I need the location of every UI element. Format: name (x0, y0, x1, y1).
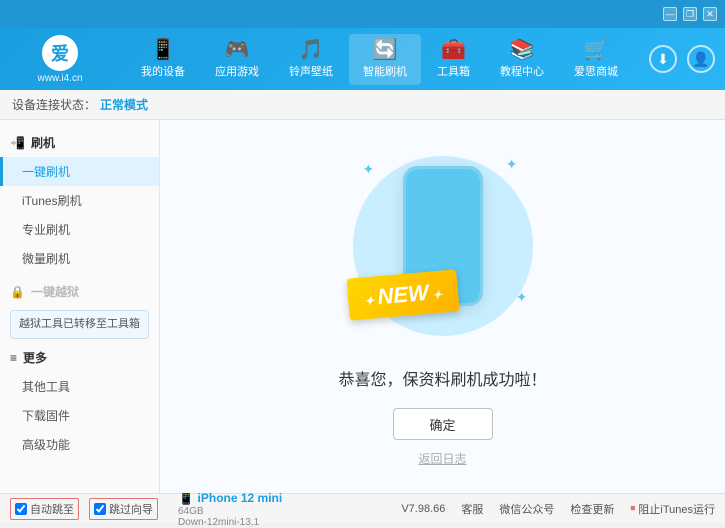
sidebar-item-advanced[interactable]: 高级功能 (0, 430, 159, 459)
sidebar-item-other-tools[interactable]: 其他工具 (0, 372, 159, 401)
minimize-button[interactable]: — (663, 7, 677, 21)
nav-item-my-device[interactable]: 📱 我的设备 (127, 34, 199, 85)
header: 爱 www.i4.cn 📱 我的设备 🎮 应用游戏 🎵 铃声壁纸 🔄 智能刷机 … (0, 28, 725, 90)
sidebar-item-micro-flash[interactable]: 微量刷机 (0, 244, 159, 273)
jailbreak-section-label: 一键越狱 (31, 283, 79, 300)
auto-jump-input[interactable] (15, 503, 27, 515)
nav-bar: 📱 我的设备 🎮 应用游戏 🎵 铃声壁纸 🔄 智能刷机 🧰 工具箱 📚 教程中心… (110, 34, 649, 85)
apps-games-label: 应用游戏 (215, 63, 259, 79)
nav-item-ringtone-wallpaper[interactable]: 🎵 铃声壁纸 (275, 34, 347, 85)
wechat-button[interactable]: 微信公众号 (499, 501, 554, 517)
ringtone-wallpaper-icon: 🎵 (299, 40, 324, 60)
flash-section-icon: 📲 (10, 136, 25, 150)
my-device-icon: 📱 (151, 40, 176, 60)
sidebar-section-more: ≡ 更多 其他工具 下载固件 高级功能 (0, 343, 159, 459)
auto-jump-checkbox[interactable]: 自动跳至 (10, 498, 79, 520)
sparkle-icon-1: ✦ (363, 161, 375, 178)
logo-subtext: www.i4.cn (37, 73, 82, 84)
more-section-icon: ≡ (10, 351, 17, 365)
shop-icon: 🛒 (584, 40, 609, 60)
auto-jump-label: 自动跳至 (30, 501, 74, 517)
bottom-right: V7.98.66 客服 微信公众号 检查更新 ⏹ 阻止iTunes运行 (401, 501, 715, 517)
sparkle-icon-2: ✦ (506, 156, 518, 173)
bottom-left: 自动跳至 跳过向导 📱 iPhone 12 mini 64GB Down-12m… (10, 490, 401, 528)
status-label: 设备连接状态： (12, 96, 96, 113)
back-link[interactable]: 返回日志 (418, 450, 466, 467)
device-info: 📱 iPhone 12 mini 64GB Down-12mini-13,1 (178, 490, 282, 528)
ringtone-wallpaper-label: 铃声壁纸 (289, 63, 333, 79)
nav-item-shop[interactable]: 🛒 爱思商城 (560, 34, 632, 85)
support-button[interactable]: 客服 (461, 501, 483, 517)
sidebar: 📲 刷机 一键刷机 iTunes刷机 专业刷机 微量刷机 🔒 一键越狱 越狱工具… (0, 120, 160, 493)
sidebar-section-flash: 📲 刷机 一键刷机 iTunes刷机 专业刷机 微量刷机 (0, 128, 159, 273)
toolbox-icon: 🧰 (441, 40, 466, 60)
sidebar-header-more: ≡ 更多 (0, 343, 159, 372)
sidebar-header-flash: 📲 刷机 (0, 128, 159, 157)
shop-label: 爱思商城 (574, 63, 618, 79)
sidebar-item-pro-flash[interactable]: 专业刷机 (0, 215, 159, 244)
lock-icon: 🔒 (10, 285, 25, 299)
smart-flash-icon: 🔄 (373, 40, 398, 60)
nav-item-smart-flash[interactable]: 🔄 智能刷机 (349, 34, 421, 85)
bottom-bar: 自动跳至 跳过向导 📱 iPhone 12 mini 64GB Down-12m… (0, 493, 725, 523)
download-button[interactable]: ⬇ (649, 45, 677, 73)
device-model: Down-12mini-13,1 (178, 517, 282, 528)
sidebar-header-jailbreak: 🔒 一键越狱 (0, 277, 159, 306)
title-bar: — ❐ ✕ (0, 0, 725, 28)
tutorial-icon: 📚 (510, 40, 535, 60)
my-device-label: 我的设备 (141, 63, 185, 79)
restore-button[interactable]: ❐ (683, 7, 697, 21)
sparkle-icon-3: ✦ (516, 289, 528, 306)
apps-games-icon: 🎮 (225, 40, 250, 60)
sidebar-item-download-firmware[interactable]: 下载固件 (0, 401, 159, 430)
close-button[interactable]: ✕ (703, 7, 717, 21)
nav-right: ⬇ 👤 (649, 45, 715, 73)
toolbox-label: 工具箱 (437, 63, 470, 79)
status-value: 正常模式 (100, 96, 148, 113)
phone-illustration: ✦ ✦ ✦ NEW (343, 146, 543, 346)
stop-icon[interactable]: ⏹ (630, 503, 635, 514)
skip-wizard-label: 跳过向导 (109, 501, 153, 517)
nav-item-tutorial[interactable]: 📚 教程中心 (486, 34, 558, 85)
status-bar: 设备连接状态： 正常模式 (0, 90, 725, 120)
content-area: ✦ ✦ ✦ NEW 恭喜您，保资料刷机成功啦！ 确定 返回日志 (160, 120, 725, 493)
nav-item-toolbox[interactable]: 🧰 工具箱 (423, 34, 484, 85)
confirm-button[interactable]: 确定 (393, 408, 493, 440)
check-update-button[interactable]: 检查更新 (570, 501, 614, 517)
sidebar-item-one-click-flash[interactable]: 一键刷机 (0, 157, 159, 186)
success-message: 恭喜您，保资料刷机成功啦！ (338, 366, 546, 390)
logo-icon: 爱 (42, 35, 78, 71)
device-storage: 64GB (178, 506, 282, 517)
sidebar-section-jailbreak: 🔒 一键越狱 越狱工具已转移至工具箱 (0, 277, 159, 339)
skip-wizard-input[interactable] (94, 503, 106, 515)
main-content: 📲 刷机 一键刷机 iTunes刷机 专业刷机 微量刷机 🔒 一键越狱 越狱工具… (0, 120, 725, 493)
more-section-label: 更多 (23, 349, 47, 366)
version-label: V7.98.66 (401, 503, 445, 515)
logo-area: 爱 www.i4.cn (10, 35, 110, 84)
skip-wizard-checkbox[interactable]: 跳过向导 (89, 498, 158, 520)
itunes-label: 阻止iTunes运行 (638, 501, 715, 517)
jailbreak-notice: 越狱工具已转移至工具箱 (10, 310, 149, 339)
itunes-running: ⏹ 阻止iTunes运行 (630, 501, 715, 517)
tutorial-label: 教程中心 (500, 63, 544, 79)
user-button[interactable]: 👤 (687, 45, 715, 73)
nav-item-apps-games[interactable]: 🎮 应用游戏 (201, 34, 273, 85)
sidebar-item-itunes-flash[interactable]: iTunes刷机 (0, 186, 159, 215)
flash-section-label: 刷机 (31, 134, 55, 151)
smart-flash-label: 智能刷机 (363, 63, 407, 79)
